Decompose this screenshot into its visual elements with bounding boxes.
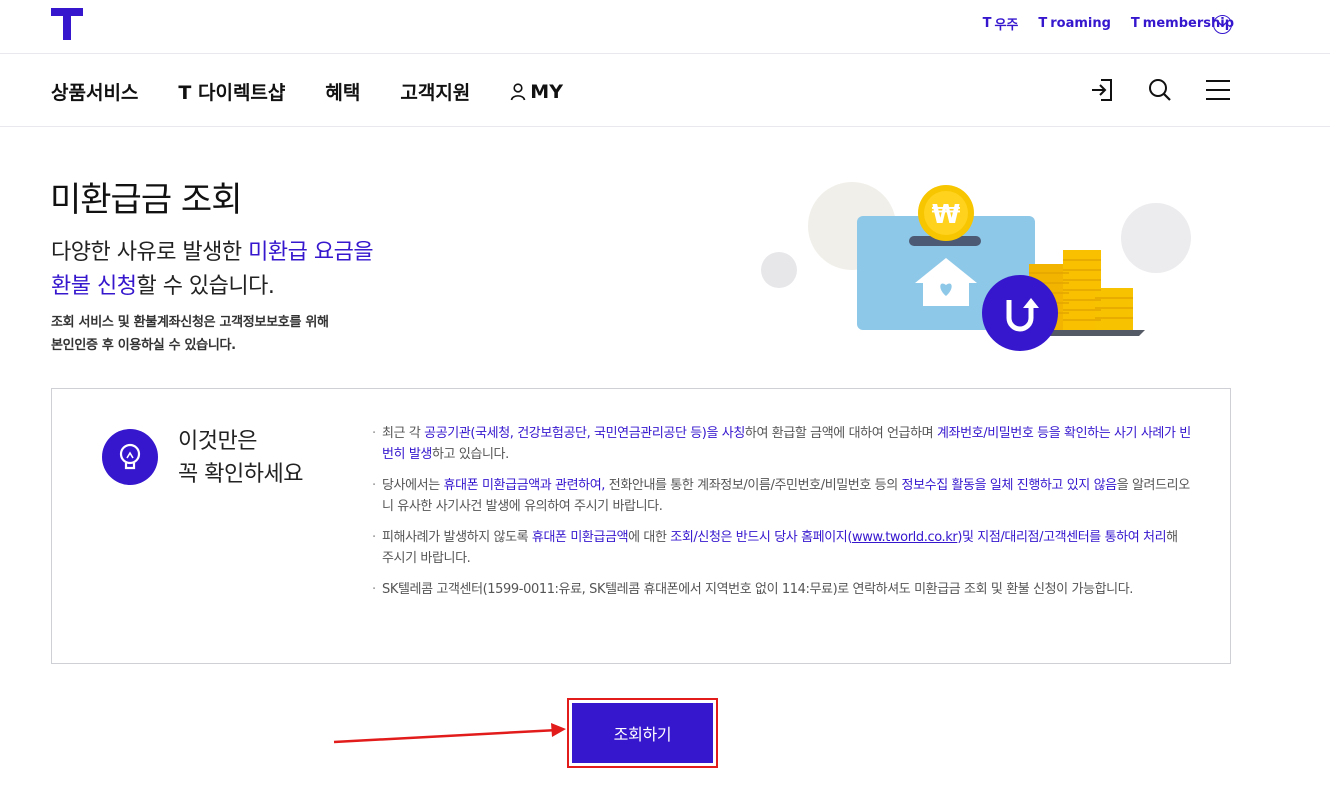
arrow-annotation: [333, 723, 566, 744]
search-icon[interactable]: [1146, 76, 1174, 104]
link-roaming[interactable]: Troaming: [1038, 14, 1111, 33]
notice-item: SK텔레콤 고객센터(1599-0011:유료, SK텔레콤 휴대폰에서 지역번…: [372, 579, 1192, 600]
nav-item-my[interactable]: MY: [510, 78, 563, 105]
t-logo[interactable]: [51, 8, 83, 40]
coin-symbol: ₩: [932, 200, 961, 230]
tworld-link[interactable]: www.tworld.co.kr: [852, 530, 958, 545]
nav-item-benefits[interactable]: 혜택: [325, 78, 360, 105]
login-icon[interactable]: [1088, 76, 1116, 104]
chevron-down-icon[interactable]: [1213, 15, 1232, 34]
notice-item: 당사에서는 휴대폰 미환급금액과 관련하여, 전화안내를 통한 계좌정보/이름/…: [372, 475, 1192, 517]
menu-icon[interactable]: [1204, 76, 1232, 104]
lightbulb-icon: [102, 429, 158, 485]
button-highlight: 조회하기: [567, 698, 718, 768]
nav-item-products[interactable]: 상품서비스: [51, 78, 138, 105]
refund-illustration: ₩: [761, 182, 1191, 351]
hero-note: 조회 서비스 및 환불계좌신청은 고객정보보호를 위해 본인인증 후 이용하실 …: [51, 315, 329, 353]
hero-subtitle: 다양한 사유로 발생한 미환급 요금을 환불 신청할 수 있습니다.: [51, 240, 374, 299]
notice-box: 이것만은 꼭 확인하세요 최근 각 공공기관(국세청, 건강보험공단, 국민연금…: [51, 388, 1231, 664]
nav-item-support[interactable]: 고객지원: [400, 78, 470, 105]
main-nav: 상품서비스 T 다이렉트샵 혜택 고객지원 MY: [0, 54, 1330, 127]
notice-item: 피해사례가 발생하지 않도록 휴대폰 미환급금액에 대한 조회/신청은 반드시 …: [372, 527, 1192, 569]
top-bar: T 우주 Troaming Tmembership: [0, 0, 1330, 54]
inquiry-button[interactable]: 조회하기: [572, 703, 713, 763]
link-universe[interactable]: T 우주: [983, 14, 1019, 33]
top-links: T 우주 Troaming Tmembership: [983, 14, 1234, 33]
notice-item: 최근 각 공공기관(국세청, 건강보험공단, 국민연금관리공단 등)을 사칭하여…: [372, 423, 1192, 465]
notice-list: 최근 각 공공기관(국세청, 건강보험공단, 국민연금관리공단 등)을 사칭하여…: [372, 423, 1192, 610]
notice-title: 이것만은 꼭 확인하세요: [178, 429, 303, 487]
page-title: 미환급금 조회: [50, 180, 242, 220]
user-icon: [510, 82, 526, 100]
nav-item-direct-shop[interactable]: T 다이렉트샵: [178, 78, 285, 105]
